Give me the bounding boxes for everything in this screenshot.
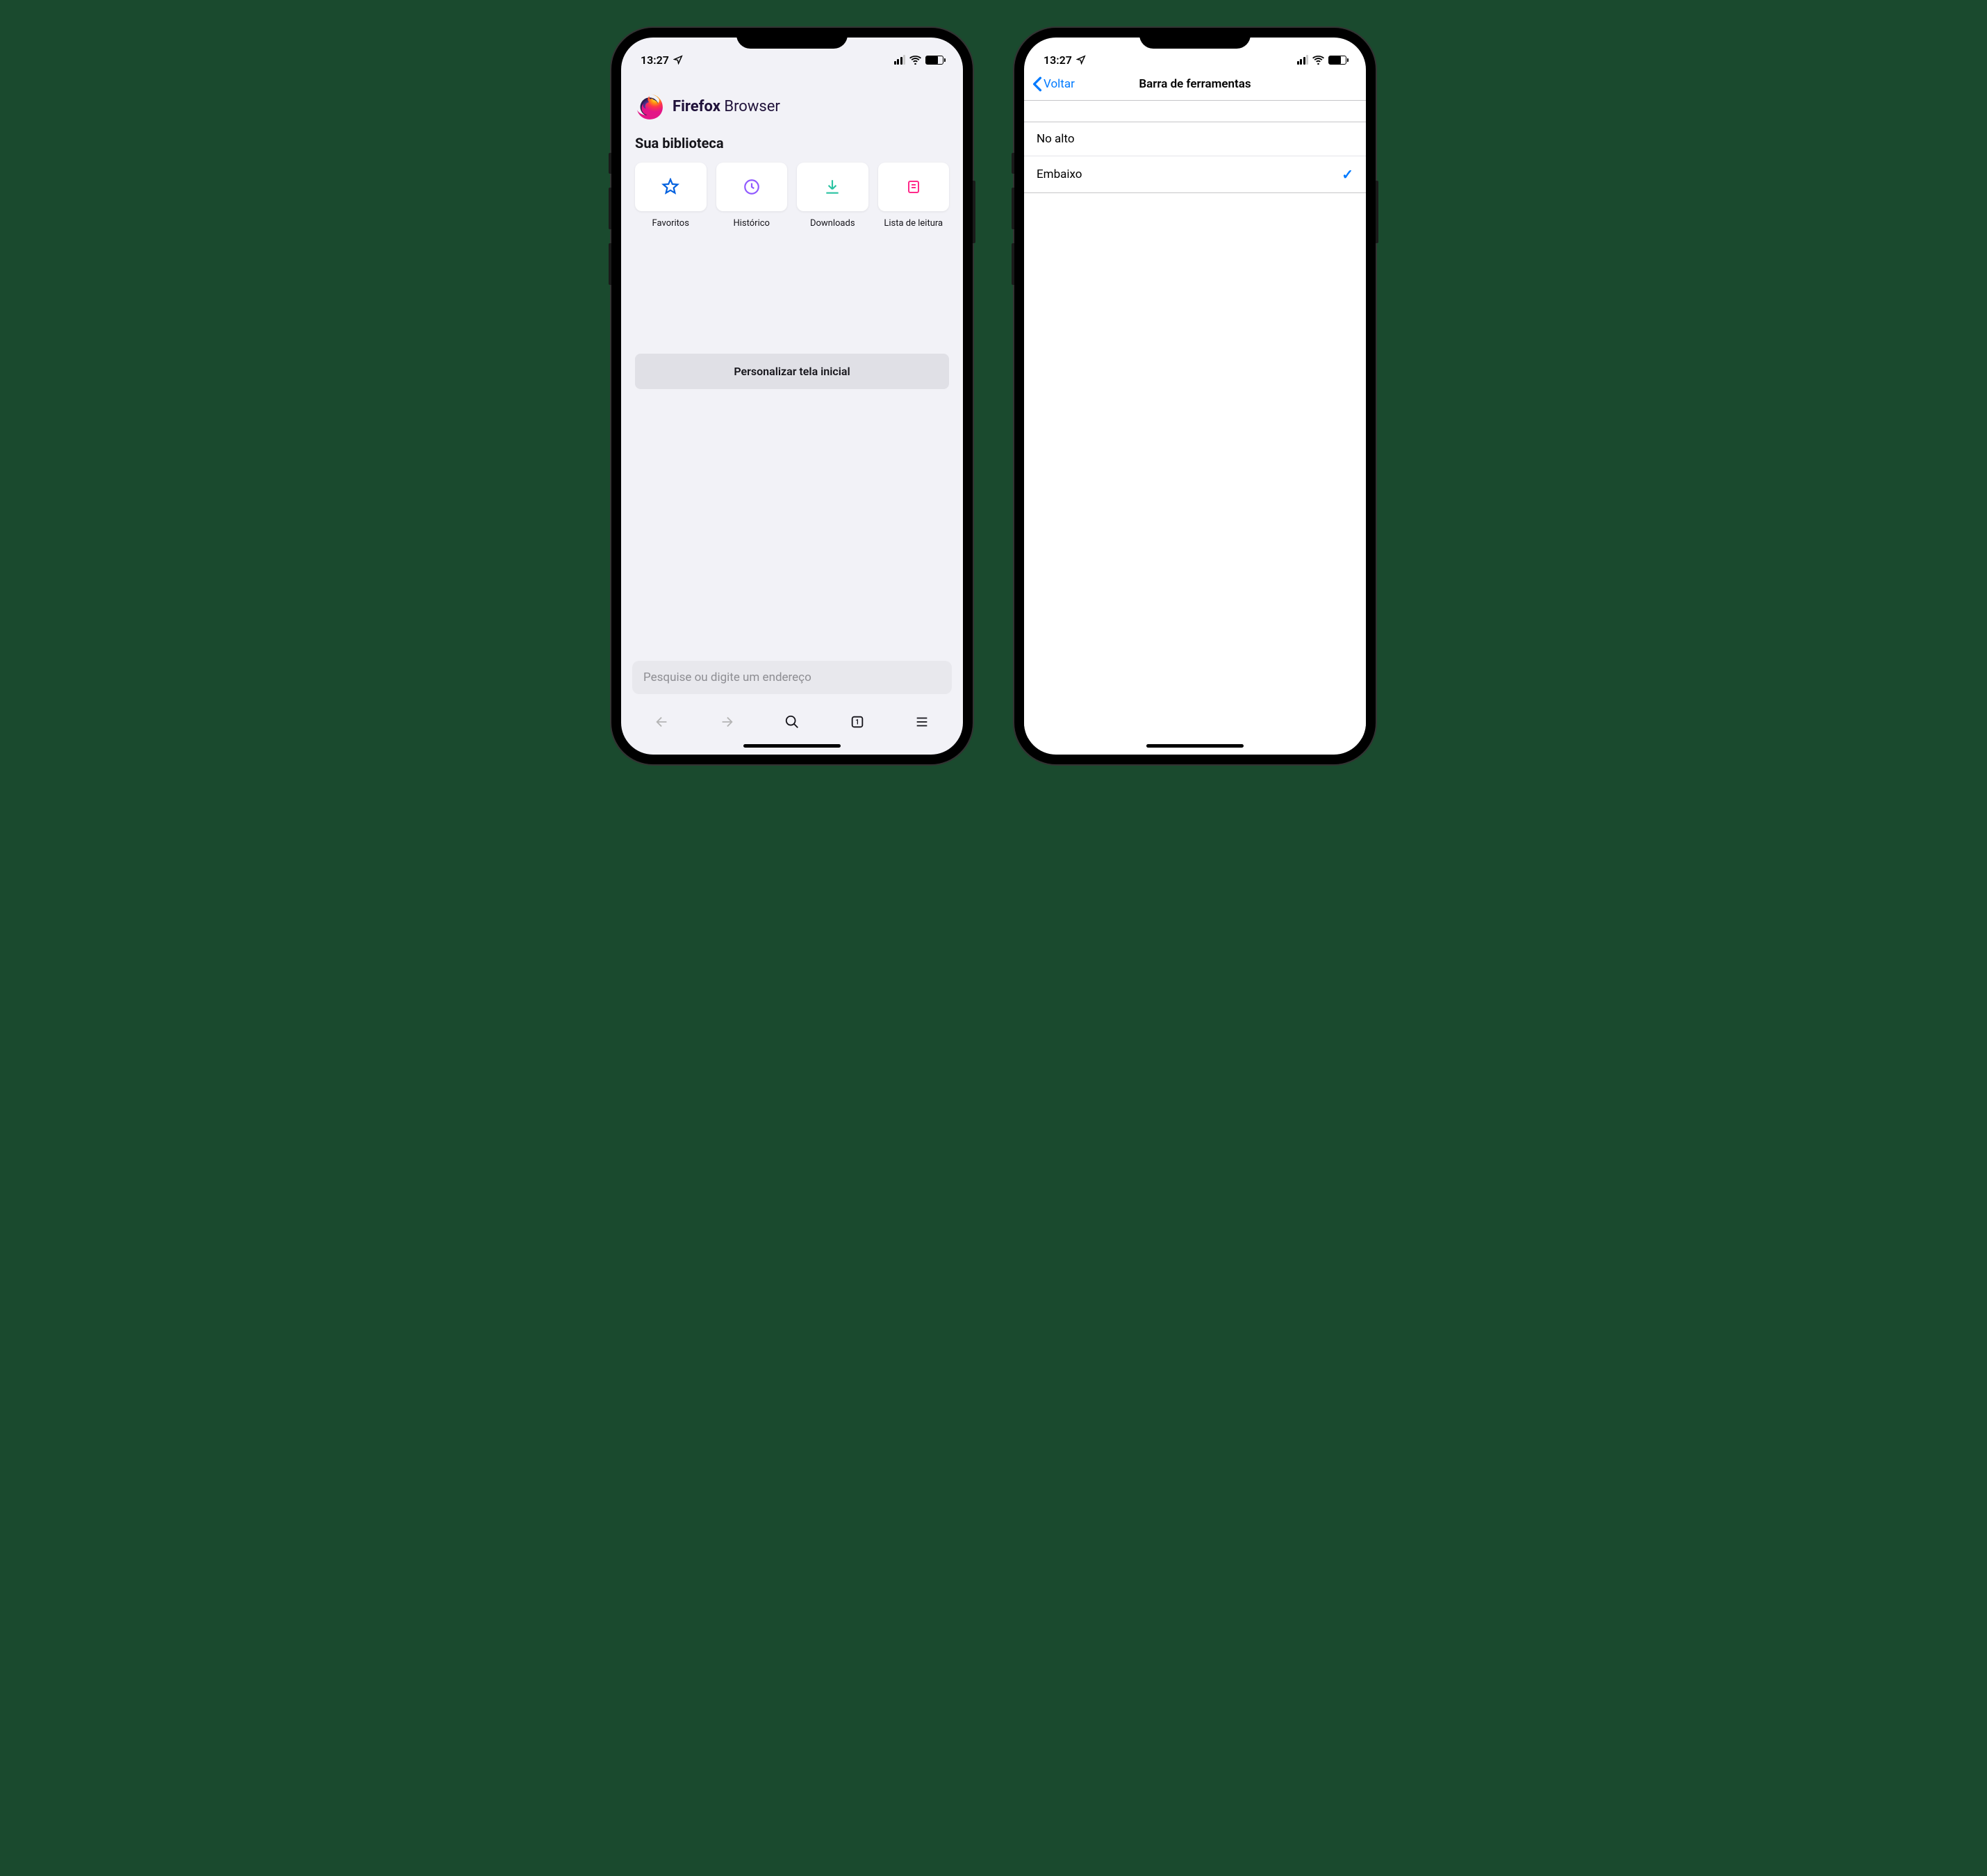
tabs-icon: 1 <box>850 714 865 730</box>
battery-icon <box>925 56 943 65</box>
library-heading: Sua biblioteca <box>621 135 963 163</box>
cellular-icon <box>1297 55 1309 65</box>
search-icon <box>784 714 800 730</box>
option-label: Embaixo <box>1037 167 1082 181</box>
battery-icon <box>1328 56 1346 65</box>
address-search-bar[interactable]: Pesquise ou digite um endereço <box>632 661 952 694</box>
cellular-icon <box>894 55 906 65</box>
option-label: No alto <box>1037 132 1075 146</box>
reading-list-icon <box>905 179 922 195</box>
tabs-button[interactable]: 1 <box>843 708 871 736</box>
location-icon <box>673 55 683 65</box>
side-buttons-left <box>1012 153 1014 299</box>
library-item-downloads[interactable]: Downloads <box>797 163 868 229</box>
back-button[interactable]: Voltar <box>1032 76 1075 92</box>
back-label: Voltar <box>1044 77 1075 91</box>
wifi-icon <box>1312 56 1324 65</box>
download-icon <box>823 178 841 196</box>
customize-home-button[interactable]: Personalizar tela inicial <box>635 354 949 389</box>
back-button[interactable] <box>648 708 676 736</box>
status-time: 13:27 <box>641 54 669 67</box>
side-buttons-left <box>609 153 611 299</box>
location-icon <box>1076 55 1086 65</box>
phone-left: 13:27 Firefox Browser Sua bi <box>611 28 973 764</box>
library-grid: Favoritos Histórico Downloads Lista de l… <box>621 163 963 229</box>
library-label: Downloads <box>797 218 868 229</box>
hamburger-icon <box>914 714 930 730</box>
option-bottom[interactable]: Embaixo ✓ <box>1024 156 1366 192</box>
svg-text:1: 1 <box>855 719 859 727</box>
firefox-header: Firefox Browser <box>621 72 963 135</box>
library-item-history[interactable]: Histórico <box>716 163 788 229</box>
settings-body: No alto Embaixo ✓ <box>1024 101 1366 739</box>
menu-button[interactable] <box>908 708 936 736</box>
wifi-icon <box>909 56 921 65</box>
firefox-logo-icon <box>635 92 664 121</box>
toolbar-position-group: No alto Embaixo ✓ <box>1024 122 1366 193</box>
checkmark-icon: ✓ <box>1342 166 1353 183</box>
library-label: Lista de leitura <box>878 218 950 229</box>
arrow-left-icon <box>654 714 670 730</box>
home-indicator[interactable] <box>1146 744 1244 748</box>
settings-title: Barra de ferramentas <box>1139 77 1251 91</box>
star-icon <box>661 178 679 196</box>
library-label: Histórico <box>716 218 788 229</box>
library-item-reading-list[interactable]: Lista de leitura <box>878 163 950 229</box>
app-title: Firefox Browser <box>673 98 780 115</box>
option-top[interactable]: No alto <box>1024 122 1366 156</box>
chevron-left-icon <box>1032 76 1042 92</box>
forward-button[interactable] <box>713 708 741 736</box>
notch <box>1139 28 1251 49</box>
side-button-right <box>1376 181 1378 243</box>
settings-nav-bar: Voltar Barra de ferramentas <box>1024 72 1366 101</box>
library-label: Favoritos <box>635 218 707 229</box>
bottom-toolbar: 1 <box>621 701 963 739</box>
notch <box>736 28 848 49</box>
side-button-right <box>973 181 975 243</box>
search-button[interactable] <box>778 708 806 736</box>
phone-right: 13:27 Voltar Barra de ferramentas No alt… <box>1014 28 1376 764</box>
library-item-favorites[interactable]: Favoritos <box>635 163 707 229</box>
clock-icon <box>743 178 761 196</box>
home-indicator[interactable] <box>743 744 841 748</box>
status-time: 13:27 <box>1044 54 1072 67</box>
arrow-right-icon <box>719 714 734 730</box>
